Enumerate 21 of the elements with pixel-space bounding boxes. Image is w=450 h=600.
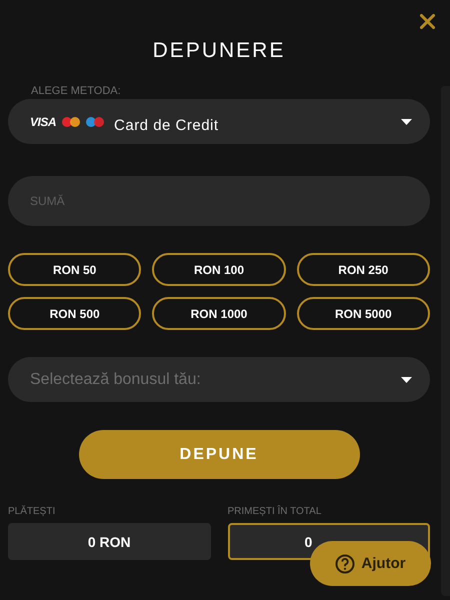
caret-icon bbox=[401, 118, 412, 124]
help-icon bbox=[335, 554, 356, 574]
bonus-placeholder: Selectează bonusul tău: bbox=[30, 370, 201, 388]
amount-preset-button[interactable]: RON 5000 bbox=[296, 297, 430, 330]
summary-label: PRIMEȘTI ÎN TOTAL bbox=[228, 506, 322, 518]
visa-logo: VISA bbox=[30, 114, 56, 128]
mastercard-icon bbox=[62, 116, 80, 126]
selected-method: Card de Credit bbox=[114, 117, 219, 134]
dialog-title: DEPUNERE bbox=[152, 38, 286, 64]
caret-icon bbox=[401, 376, 412, 382]
close-icon[interactable] bbox=[420, 14, 435, 29]
payment-method-select[interactable]: VISA Card de Credit bbox=[8, 99, 430, 144]
summary-label: PLĂTEȘTI bbox=[8, 506, 56, 518]
amount-preset-button[interactable]: RON 100 bbox=[152, 253, 286, 286]
amount-preset-button[interactable]: RON 1000 bbox=[152, 297, 286, 330]
amount-preset-button[interactable]: RON 250 bbox=[296, 253, 430, 286]
maestro-icon bbox=[86, 116, 104, 126]
method-label: ALEGE METODA: bbox=[31, 85, 122, 98]
summary-value-box: 0 RON bbox=[8, 523, 210, 560]
amount-preset-button[interactable]: RON 500 bbox=[8, 297, 142, 330]
amount-preset-button[interactable]: RON 50 bbox=[8, 253, 142, 286]
